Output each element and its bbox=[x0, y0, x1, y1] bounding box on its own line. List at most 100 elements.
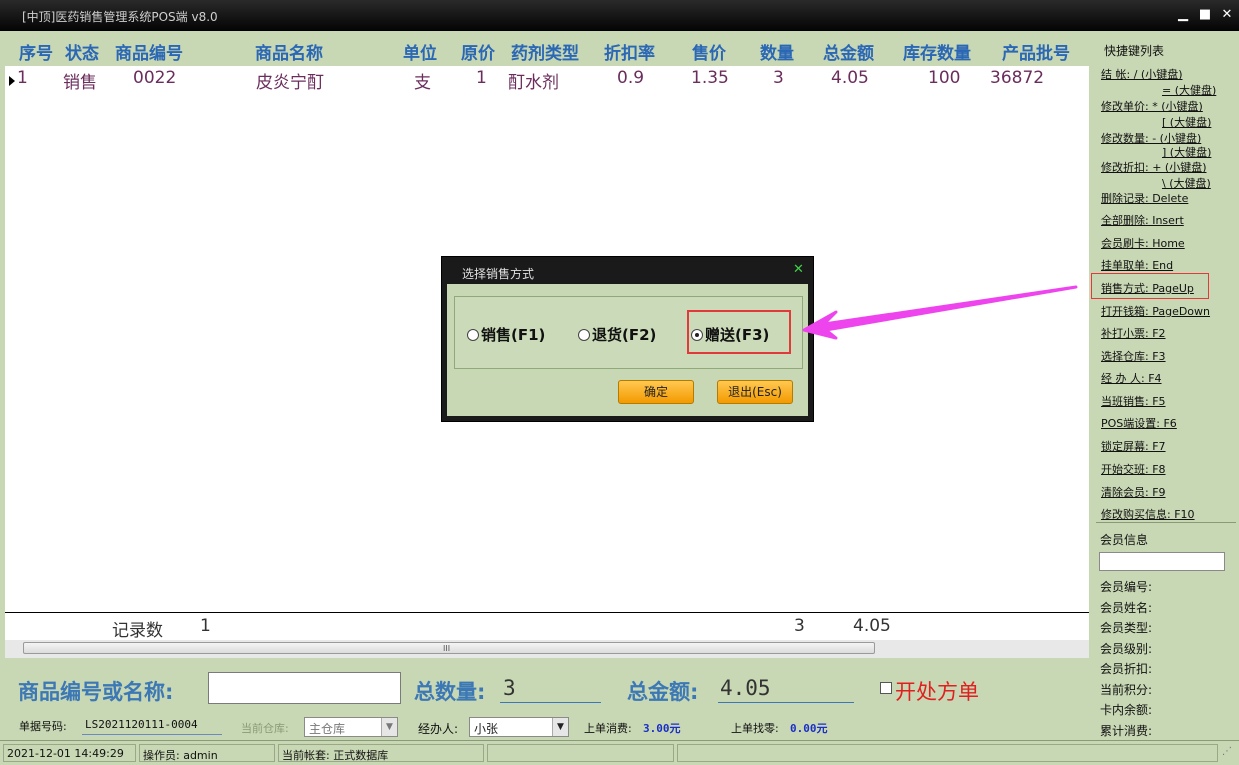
last-spend-label: 上单消费: bbox=[584, 722, 632, 735]
cell-batch[interactable]: 36872 bbox=[990, 68, 1044, 88]
cell-price[interactable]: 1 bbox=[476, 68, 487, 88]
horizontal-scrollbar[interactable]: III bbox=[5, 640, 1089, 658]
total-amount-value: 4.05 bbox=[720, 676, 771, 700]
cell-amount[interactable]: 4.05 bbox=[831, 68, 869, 88]
cell-discount[interactable]: 0.9 bbox=[617, 68, 644, 88]
shortcut-delete-all[interactable]: 全部删除: Insert bbox=[1101, 212, 1184, 228]
radio-icon[interactable] bbox=[467, 329, 479, 341]
col-header[interactable]: 库存数量 bbox=[903, 39, 971, 64]
doc-no-value: LS2021120111-0004 bbox=[85, 718, 198, 731]
record-count-label: 记录数 bbox=[112, 621, 163, 641]
last-change-label: 上单找零: bbox=[731, 722, 779, 735]
close-icon[interactable]: ✕ bbox=[793, 262, 804, 277]
doc-no-label: 单据号码: bbox=[19, 720, 67, 733]
minimize-icon[interactable]: ▁ bbox=[1173, 5, 1193, 25]
status-cell-empty bbox=[487, 744, 674, 762]
shortcut-lock-screen[interactable]: 锁定屏幕: F7 bbox=[1101, 438, 1166, 454]
member-field: 会员级别: bbox=[1100, 642, 1153, 656]
col-header[interactable]: 商品编号 bbox=[115, 39, 183, 64]
close-icon[interactable]: ✕ bbox=[1217, 5, 1237, 25]
status-bar: 2021-12-01 14:49:29 操作员: admin 当前帐套: 正式数… bbox=[0, 740, 1239, 765]
shortcut-hang-order[interactable]: 挂单取单: End bbox=[1101, 257, 1173, 273]
chevron-down-icon[interactable]: ▼ bbox=[552, 718, 568, 736]
col-header[interactable]: 序号 bbox=[19, 39, 53, 64]
member-field: 卡内余额: bbox=[1100, 703, 1153, 717]
shortcut-edit-buyer[interactable]: 修改购买信息: F10 bbox=[1101, 506, 1195, 522]
chevron-down-icon[interactable]: ▼ bbox=[381, 718, 397, 736]
cell-status[interactable]: 销售 bbox=[63, 68, 97, 93]
col-header[interactable]: 状态 bbox=[65, 39, 99, 64]
col-header[interactable]: 数量 bbox=[760, 39, 794, 64]
cell-unit[interactable]: 支 bbox=[414, 68, 431, 93]
account-set: 当前帐套: 正式数据库 bbox=[278, 744, 484, 762]
shortcut-title: 快捷键列表 bbox=[1104, 44, 1165, 58]
col-header[interactable]: 药剂类型 bbox=[511, 39, 579, 64]
shortcut-reprint[interactable]: 补打小票: F2 bbox=[1101, 325, 1166, 341]
radio-return[interactable]: 退货(F2) bbox=[578, 324, 656, 345]
shortcut-pos-settings[interactable]: POS端设置: F6 bbox=[1101, 415, 1177, 431]
maximize-icon[interactable]: ■ bbox=[1195, 5, 1215, 25]
row-indicator-icon bbox=[9, 76, 15, 86]
shortcut-clear-member[interactable]: 清除会员: F9 bbox=[1101, 484, 1166, 500]
member-field: 会员姓名: bbox=[1100, 601, 1153, 615]
prescription-checkbox[interactable] bbox=[880, 682, 892, 694]
last-spend-value: 3.00元 bbox=[643, 722, 681, 735]
cell-name[interactable]: 皮炎宁酊 bbox=[256, 68, 324, 93]
total-qty-value: 3 bbox=[503, 676, 516, 700]
cell-code[interactable]: 0022 bbox=[133, 68, 176, 88]
exit-button[interactable]: 退出(Esc) bbox=[717, 380, 793, 404]
cell-qty[interactable]: 3 bbox=[773, 68, 784, 88]
grid-footer: 记录数 1 3 4.05 bbox=[5, 612, 1089, 641]
shortcut-shift-sales[interactable]: 当班销售: F5 bbox=[1101, 393, 1166, 409]
shortcut-handover[interactable]: 开始交班: F8 bbox=[1101, 461, 1166, 477]
warehouse-label: 当前仓库: bbox=[241, 722, 289, 735]
product-search-input[interactable] bbox=[208, 672, 401, 704]
shortcut-discount[interactable]: 修改折扣: + (小键盘) bbox=[1101, 159, 1207, 175]
member-field: 当前积分: bbox=[1100, 683, 1153, 697]
datetime: 2021-12-01 14:49:29 bbox=[3, 744, 136, 762]
radio-icon[interactable] bbox=[578, 329, 590, 341]
col-header[interactable]: 单位 bbox=[403, 39, 437, 64]
prescription-label[interactable]: 开处方单 bbox=[895, 676, 979, 706]
radio-sale[interactable]: 销售(F1) bbox=[467, 324, 545, 345]
cell-type[interactable]: 酊水剂 bbox=[508, 68, 559, 93]
shortcut-cash-drawer[interactable]: 打开钱箱: PageDown bbox=[1101, 303, 1210, 319]
cell-index[interactable]: 1 bbox=[17, 68, 28, 88]
shortcut-price-alt[interactable]: [ (大健盘) bbox=[1162, 114, 1211, 130]
shortcut-member-card[interactable]: 会员刷卡: Home bbox=[1101, 235, 1185, 251]
handler-select[interactable]: 小张 ▼ bbox=[469, 717, 569, 737]
col-header[interactable]: 商品名称 bbox=[255, 39, 323, 64]
shortcut-discount-alt[interactable]: \ (大健盘) bbox=[1162, 175, 1211, 191]
member-field: 累计消费: bbox=[1100, 724, 1153, 738]
col-header[interactable]: 售价 bbox=[692, 39, 726, 64]
cell-sale-price[interactable]: 1.35 bbox=[691, 68, 729, 88]
gift-option-highlight bbox=[687, 310, 791, 354]
cell-stock[interactable]: 100 bbox=[928, 68, 960, 88]
shortcut-price[interactable]: 修改单价: * (小键盘) bbox=[1101, 98, 1203, 114]
shortcut-warehouse[interactable]: 选择仓库: F3 bbox=[1101, 348, 1166, 364]
ok-button[interactable]: 确定 bbox=[618, 380, 694, 404]
amount-underline bbox=[718, 702, 854, 703]
col-header[interactable]: 总金额 bbox=[823, 39, 874, 64]
record-count: 1 bbox=[200, 616, 211, 636]
warehouse-value: 主仓库 bbox=[309, 722, 346, 736]
footer-amount: 4.05 bbox=[853, 616, 891, 636]
sale-mode-group: 销售(F1) 退货(F2) 赠送(F3) bbox=[454, 296, 803, 369]
shortcut-handler[interactable]: 经 办 人: F4 bbox=[1101, 370, 1162, 386]
amount-label: 总金额: bbox=[627, 680, 699, 704]
footer-qty: 3 bbox=[794, 616, 805, 636]
warehouse-select[interactable]: 主仓库 ▼ bbox=[304, 717, 398, 737]
col-header[interactable]: 原价 bbox=[461, 39, 495, 64]
member-info-title: 会员信息 bbox=[1100, 533, 1149, 547]
code-label: 商品编号或名称: bbox=[18, 680, 174, 704]
shortcut-qty-alt[interactable]: ] (大健盘) bbox=[1162, 144, 1211, 160]
resize-grip-icon[interactable]: ⋰ bbox=[1222, 746, 1232, 757]
qty-underline bbox=[500, 702, 601, 703]
col-header[interactable]: 折扣率 bbox=[604, 39, 655, 64]
col-header[interactable]: 产品批号 bbox=[1002, 39, 1070, 64]
shortcut-checkout[interactable]: 结 帐: / (小键盘) bbox=[1101, 66, 1183, 82]
shortcut-delete[interactable]: 删除记录: Delete bbox=[1101, 190, 1188, 206]
shortcut-checkout-alt[interactable]: = (大健盘) bbox=[1162, 82, 1216, 98]
sale-mode-highlight bbox=[1091, 273, 1209, 299]
member-card-input[interactable] bbox=[1099, 552, 1225, 571]
